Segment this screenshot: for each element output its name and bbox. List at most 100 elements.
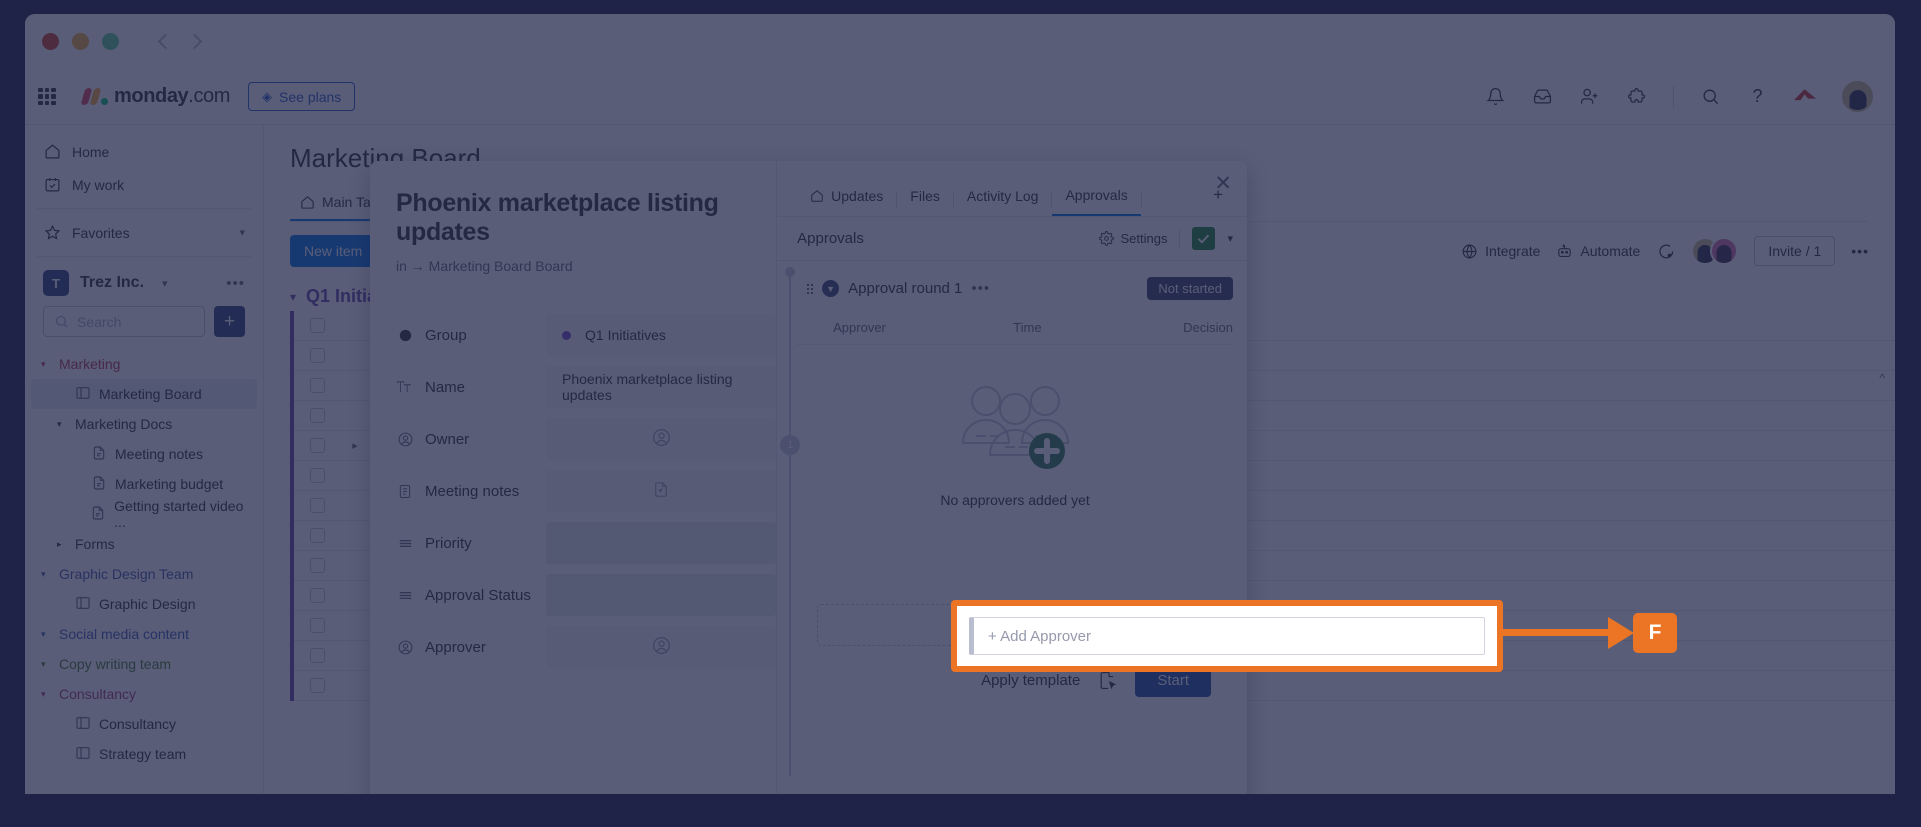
tab-activity-log[interactable]: Activity Log xyxy=(954,184,1052,215)
monday-logo[interactable]: monday.com xyxy=(83,85,230,108)
inbox-icon[interactable] xyxy=(1532,86,1553,107)
field-value-name[interactable]: Phoenix marketplace listing updates xyxy=(546,366,776,408)
sidebar-item-graphic-design[interactable]: Graphic Design xyxy=(31,589,257,619)
chevron-down-icon[interactable]: ▾ xyxy=(162,277,168,290)
row-checkbox[interactable] xyxy=(294,678,340,693)
chevron-down-circle-icon[interactable]: ▼ xyxy=(822,280,839,297)
integrate-button[interactable]: Integrate xyxy=(1461,243,1540,260)
circle-icon xyxy=(396,327,414,344)
apps-puzzle-icon[interactable] xyxy=(1626,86,1647,107)
apply-template-button[interactable]: Apply template xyxy=(981,672,1080,689)
close-icon[interactable]: ✕ xyxy=(1214,173,1232,194)
sidebar-item-home[interactable]: Home xyxy=(31,135,257,168)
board-members-avatars[interactable] xyxy=(1691,237,1738,265)
row-checkbox[interactable] xyxy=(294,378,340,393)
invite-button[interactable]: Invite / 1 xyxy=(1754,236,1835,266)
item-field-row: Approver xyxy=(396,626,776,668)
row-checkbox[interactable] xyxy=(294,528,340,543)
add-approver-input[interactable]: + Add Approver xyxy=(969,617,1485,655)
caret-down-icon[interactable]: ▾ xyxy=(41,629,51,640)
approval-timeline: 1 xyxy=(789,267,791,776)
row-checkbox[interactable] xyxy=(294,618,340,633)
green-check-icon[interactable] xyxy=(1192,227,1215,250)
row-checkbox[interactable] xyxy=(294,438,340,453)
item-detail-modal: Phoenix marketplace listing updates in →… xyxy=(370,161,1247,794)
sidebar-item-social-media-content[interactable]: ▾Social media content xyxy=(31,619,257,649)
row-checkbox[interactable] xyxy=(294,408,340,423)
sidebar-item-marketing-budget[interactable]: Marketing budget xyxy=(31,469,257,499)
caret-down-icon[interactable]: ▾ xyxy=(41,689,51,700)
sidebar-item-meeting-notes[interactable]: Meeting notes xyxy=(31,439,257,469)
sidebar-item-strategy-team[interactable]: Strategy team xyxy=(31,739,257,769)
document-cursor-icon[interactable] xyxy=(1098,671,1117,690)
window-minimize-button[interactable] xyxy=(72,33,89,50)
sidebar-item-marketing-board[interactable]: Marketing Board xyxy=(31,379,257,409)
row-checkbox[interactable] xyxy=(294,318,340,333)
caret-down-icon[interactable]: ▾ xyxy=(41,569,51,580)
window-maximize-button[interactable] xyxy=(102,33,119,50)
chevron-down-icon[interactable]: ▾ xyxy=(290,290,296,304)
field-value-approver[interactable] xyxy=(546,626,776,668)
chevron-down-icon[interactable]: ▾ xyxy=(1227,232,1233,245)
row-checkbox[interactable] xyxy=(294,498,340,513)
avatar[interactable] xyxy=(1710,237,1738,265)
caret-right-icon[interactable]: ▸ xyxy=(57,539,67,550)
board-more-menu[interactable]: ••• xyxy=(1851,243,1869,259)
tab-approvals[interactable]: Approvals xyxy=(1052,183,1140,216)
row-checkbox[interactable] xyxy=(294,558,340,573)
user-avatar[interactable] xyxy=(1842,81,1873,112)
automate-button[interactable]: Automate xyxy=(1556,243,1640,260)
row-checkbox[interactable] xyxy=(294,588,340,603)
caret-down-icon[interactable]: ▾ xyxy=(57,419,67,430)
sidebar-item-forms[interactable]: ▸Forms xyxy=(31,529,257,559)
sidebar-item-marketing[interactable]: ▾ Marketing xyxy=(31,349,257,379)
field-value-group[interactable]: Q1 Initiatives xyxy=(546,314,776,356)
field-value-priority[interactable] xyxy=(546,522,776,564)
chevron-down-icon[interactable]: ▾ xyxy=(239,226,245,239)
approval-round-more-menu[interactable]: ••• xyxy=(971,280,990,297)
invite-member-icon[interactable] xyxy=(1579,86,1600,107)
window-close-button[interactable] xyxy=(42,33,59,50)
approval-round-header: ▼ Approval round 1 ••• Not started xyxy=(797,277,1233,300)
approval-round-section: 1 ▼ Approval round 1 ••• Not started App… xyxy=(777,261,1247,794)
row-expand-toggle[interactable]: ▸ xyxy=(340,439,370,452)
sidebar-item-consultancy[interactable]: Consultancy xyxy=(31,709,257,739)
person-placeholder-icon xyxy=(651,635,672,659)
apps-grid-icon[interactable] xyxy=(38,88,56,106)
row-checkbox[interactable] xyxy=(294,348,340,363)
forward-arrow-icon[interactable] xyxy=(187,34,203,50)
see-plans-button[interactable]: ◈ See plans xyxy=(248,82,355,111)
sidebar-item-consultancy[interactable]: ▾Consultancy xyxy=(31,679,257,709)
row-checkbox[interactable] xyxy=(294,468,340,483)
tab-files[interactable]: Files xyxy=(897,184,953,215)
workspace-selector[interactable]: T Trez Inc. ▾ ••• xyxy=(25,264,263,302)
row-checkbox[interactable] xyxy=(294,648,340,663)
sidebar-item-graphic-design-team[interactable]: ▾Graphic Design Team xyxy=(31,559,257,589)
drag-handle-icon[interactable] xyxy=(807,284,813,294)
brand-mark-icon[interactable] xyxy=(1794,88,1816,106)
sidebar-item-label: Marketing xyxy=(59,356,120,372)
sidebar-item-copy-writing-team[interactable]: ▾Copy writing team xyxy=(31,649,257,679)
field-value-owner[interactable] xyxy=(546,418,776,460)
caret-down-icon[interactable]: ▾ xyxy=(41,359,51,370)
sidebar-item-marketing-docs[interactable]: ▾Marketing Docs xyxy=(31,409,257,439)
three-people-add-icon xyxy=(948,379,1083,471)
sidebar-item-my-work[interactable]: My work xyxy=(31,168,257,201)
search-icon[interactable] xyxy=(1700,86,1721,107)
tab-updates[interactable]: Updates xyxy=(797,184,896,215)
search-input[interactable]: Search xyxy=(43,306,205,337)
workspace-more-menu[interactable]: ••• xyxy=(226,275,245,292)
back-arrow-icon[interactable] xyxy=(158,34,174,50)
sidebar-add-button[interactable]: + xyxy=(214,306,245,337)
sidebar-item-getting-started-video[interactable]: Getting started video ... xyxy=(31,499,257,529)
field-value-approval-status[interactable] xyxy=(546,574,776,616)
chat-bubble-icon[interactable] xyxy=(1656,242,1675,261)
sidebar-item-favorites[interactable]: Favorites ▾ xyxy=(31,216,257,249)
help-question-icon[interactable]: ? xyxy=(1747,86,1768,107)
notifications-bell-icon[interactable] xyxy=(1485,86,1506,107)
collapse-panel-icon[interactable]: ^ xyxy=(1879,371,1885,385)
person-icon xyxy=(396,639,414,656)
approvals-settings-button[interactable]: Settings xyxy=(1099,231,1167,246)
field-value-meeting-notes[interactable] xyxy=(546,470,776,512)
caret-down-icon[interactable]: ▾ xyxy=(41,659,51,670)
